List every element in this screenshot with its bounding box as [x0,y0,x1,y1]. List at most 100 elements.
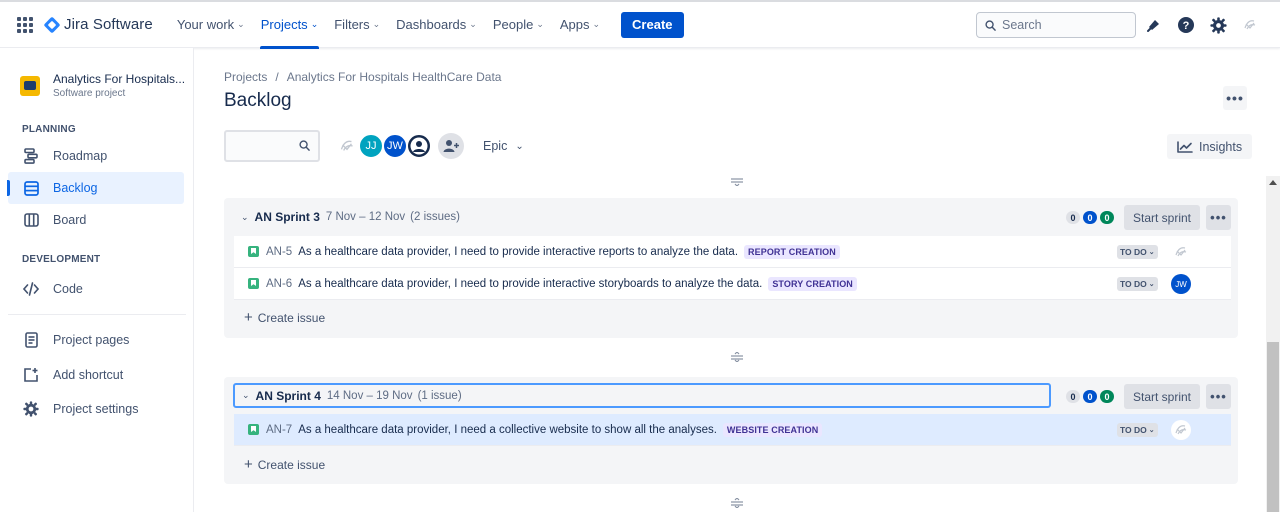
search-input[interactable]: Search [976,12,1136,38]
sidebar-item-label: Board [53,213,87,227]
create-issue-button[interactable]: + Create issue [244,456,325,473]
assignee-avatar[interactable]: JW [1171,274,1191,294]
sidebar-item-code[interactable]: Code [8,273,184,305]
project-type: Software project [53,88,126,99]
sidebar-item-board[interactable]: Board [8,204,184,236]
sprint-header[interactable]: ⌄ AN Sprint 4 14 Nov – 19 Nov (1 issue) [233,383,1051,408]
status-dropdown[interactable]: TO DO ⌄ [1117,245,1158,259]
main-content: Projects / Analytics For Hospitals Healt… [194,48,1280,512]
profile-icon[interactable] [1240,15,1260,35]
drag-handle-icon[interactable] [731,176,743,186]
nav-people[interactable]: People ⌄ [488,1,549,49]
sprint-dates: 14 Nov – 19 Nov [326,389,413,402]
start-sprint-button[interactable]: Start sprint [1124,384,1201,409]
create-issue-label: Create issue [257,457,326,472]
chevron-down-icon: ⌄ [237,19,245,29]
issue-key[interactable]: AN-5 [266,246,292,258]
chevron-down-icon[interactable]: ⌄ [242,390,250,401]
assignee-avatar[interactable] [1171,420,1191,440]
nav-apps[interactable]: Apps ⌄ [555,1,605,49]
nav-dashboards[interactable]: Dashboards ⌄ [391,1,482,49]
nav-label: Filters [334,17,370,32]
epic-label[interactable]: STORY CREATION [768,276,857,291]
status-dropdown[interactable]: TO DO ⌄ [1117,423,1158,437]
nav-label: Your work [176,17,235,32]
avatar[interactable] [334,133,360,159]
nav-projects[interactable]: Projects ⌄ [256,1,324,49]
svg-text:?: ? [1183,20,1190,32]
issue-row[interactable]: AN-6 As a healthcare data provider, I ne… [234,268,1231,300]
issue-row[interactable]: AN-7 As a healthcare data provider, I ne… [234,414,1231,446]
scrollbar[interactable] [1266,176,1280,512]
start-sprint-button[interactable]: Start sprint [1124,205,1201,230]
breadcrumb: Projects / Analytics For Hospitals Healt… [224,70,501,84]
plus-icon: + [244,309,253,326]
sidebar-item-add-shortcut[interactable]: Add shortcut [8,359,184,391]
search-icon [985,19,996,31]
chevron-down-icon: ⌄ [1148,249,1155,256]
chart-icon [1177,140,1193,153]
app-name: Jira Software [64,16,153,33]
project-header[interactable]: Analytics For Hospitals... Software proj… [20,72,185,99]
create-button[interactable]: Create [621,11,684,38]
sprint-dates: 7 Nov – 12 Nov [325,211,406,223]
drag-handle-icon[interactable] [731,352,743,362]
nav-menu: Your work ⌄ Projects ⌄ Filters ⌄ Dashboards… [172,1,611,49]
chevron-down-icon[interactable]: ⌄ [241,212,249,223]
project-name: Analytics For Hospitals... [53,72,186,86]
sidebar-item-label: Project pages [53,333,130,347]
issue-key[interactable]: AN-7 [266,424,292,436]
assignee-avatar[interactable] [1171,242,1191,262]
nav-filters[interactable]: Filters ⌄ [329,1,385,49]
settings-icon [23,401,39,417]
sprint-more-button[interactable]: ••• [1206,205,1231,230]
story-icon [248,246,259,257]
status-label: TO DO [1120,279,1147,289]
sidebar-item-roadmap[interactable]: Roadmap [8,140,184,172]
nav-your-work[interactable]: Your work ⌄ [172,1,250,49]
sprint-container: ⌄ AN Sprint 4 14 Nov – 19 Nov (1 issue) … [224,377,1238,484]
epic-label[interactable]: REPORT CREATION [744,244,840,259]
sprint-more-button[interactable]: ••• [1206,384,1231,409]
issue-row[interactable]: AN-5 As a healthcare data provider, I ne… [234,236,1231,268]
chevron-down-icon: ⌄ [515,140,524,152]
jira-logo[interactable]: Jira Software [42,16,153,33]
insights-button[interactable]: Insights [1167,134,1253,159]
sidebar-item-project-pages[interactable]: Project pages [8,324,184,356]
scroll-up-arrow-icon[interactable] [1269,180,1277,185]
chevron-down-icon: ⌄ [592,19,601,29]
story-icon [248,278,259,289]
sprint-status-counts: 0 0 0 [1066,211,1117,224]
done-count-badge: 0 [1100,390,1114,403]
jira-logo-icon [43,16,61,33]
add-people-icon[interactable] [438,133,464,159]
help-icon[interactable]: ? [1176,15,1196,35]
create-issue-button[interactable]: + Create issue [244,309,325,326]
issue-summary: As a healthcare data provider, I need to… [298,277,763,290]
code-icon [23,281,39,297]
avatar[interactable]: JJ [358,133,384,159]
backlog-search-input[interactable] [224,130,320,162]
breadcrumb-project[interactable]: Analytics For Hospitals HealthCare Data [287,70,502,84]
sidebar-item-backlog[interactable]: Backlog [7,172,184,204]
pages-icon [23,332,39,348]
issue-key[interactable]: AN-6 [266,278,292,290]
status-dropdown[interactable]: TO DO ⌄ [1117,277,1158,291]
epic-filter[interactable]: Epic ⌄ [483,139,524,153]
todo-count-badge: 0 [1066,390,1080,403]
notification-icon[interactable] [1144,15,1164,35]
settings-icon[interactable] [1208,15,1228,35]
chevron-down-icon: ⌄ [469,19,477,29]
scrollbar-thumb[interactable] [1267,342,1279,512]
more-actions-button[interactable]: ••• [1223,86,1247,110]
sprint-name: AN Sprint 3 [254,210,320,224]
avatar[interactable]: JW [382,133,408,159]
sidebar-item-project-settings[interactable]: Project settings [8,393,184,425]
epic-label[interactable]: WEBSITE CREATION [722,422,823,437]
board-icon [23,212,39,228]
chevron-down-icon: ⌄ [310,19,319,29]
avatar[interactable] [406,133,432,159]
breadcrumb-projects[interactable]: Projects [224,70,267,84]
app-switcher-icon[interactable] [17,16,33,33]
drag-handle-icon[interactable] [731,498,743,508]
